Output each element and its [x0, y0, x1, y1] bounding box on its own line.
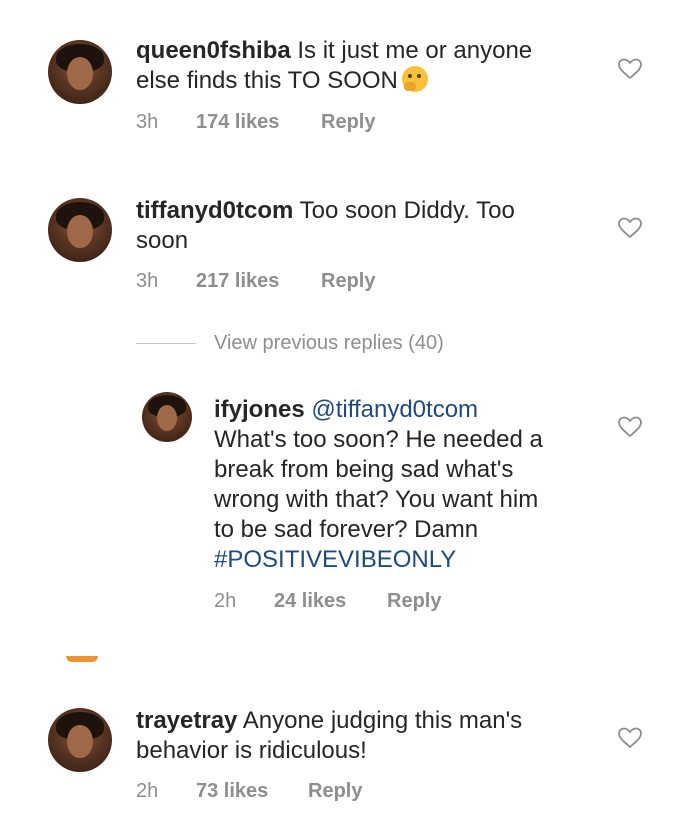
reply-button[interactable]: Reply — [321, 270, 375, 293]
comment-username[interactable]: tiffanyd0tcom — [136, 197, 293, 224]
reply-meta: 2h 24 likes Reply — [214, 590, 441, 613]
comment-likes[interactable]: 217 likes — [196, 270, 321, 293]
comment-meta: 3h 174 likes Reply — [136, 111, 375, 134]
avatar[interactable] — [48, 198, 112, 262]
comment-meta: 3h 217 likes Reply — [136, 270, 375, 293]
heart-icon[interactable] — [618, 217, 642, 239]
heart-icon[interactable] — [618, 727, 642, 749]
comment-time: 3h — [136, 111, 159, 133]
comment-body: queen0fshiba Is it just me or anyone els… — [136, 36, 566, 96]
reply-text: What's too soon? He needed a break from … — [214, 426, 543, 543]
avatar[interactable] — [48, 40, 112, 104]
comment-likes[interactable]: 73 likes — [196, 780, 308, 803]
avatar[interactable] — [48, 708, 112, 772]
reply-button[interactable]: Reply — [321, 111, 375, 134]
mention-link[interactable]: @tiffanyd0tcom — [311, 396, 478, 423]
comment-time: 2h — [136, 780, 159, 802]
view-previous-replies-label[interactable]: View previous replies (40) — [214, 332, 444, 355]
divider-line — [136, 343, 196, 344]
avatar[interactable] — [142, 392, 192, 442]
comment-body: tiffanyd0tcom Too soon Diddy. Too soon — [136, 196, 546, 256]
reply-username[interactable]: ifyjones — [214, 396, 305, 423]
comment-likes[interactable]: 174 likes — [196, 111, 321, 134]
comment-time: 3h — [136, 270, 159, 292]
comment-username[interactable]: trayetray — [136, 707, 237, 734]
reply-button[interactable]: Reply — [387, 590, 441, 613]
reply-time: 2h — [214, 590, 237, 612]
hashtag-link[interactable]: #POSITIVEVIBEONLY — [214, 546, 456, 573]
comment-body: trayetray Anyone judging this man's beha… — [136, 706, 566, 766]
reply-likes[interactable]: 24 likes — [274, 590, 387, 613]
view-previous-replies-button[interactable]: View previous replies (40) — [136, 332, 444, 355]
thinking-face-emoji-icon — [401, 66, 428, 92]
avatar-ring-fragment — [66, 656, 98, 662]
comment-username[interactable]: queen0fshiba — [136, 37, 291, 64]
heart-icon[interactable] — [618, 416, 642, 438]
reply-body: ifyjones @tiffanyd0tcom What's too soon?… — [214, 395, 554, 575]
heart-icon[interactable] — [618, 58, 642, 80]
comment-meta: 2h 73 likes Reply — [136, 780, 362, 803]
reply-button[interactable]: Reply — [308, 780, 362, 803]
